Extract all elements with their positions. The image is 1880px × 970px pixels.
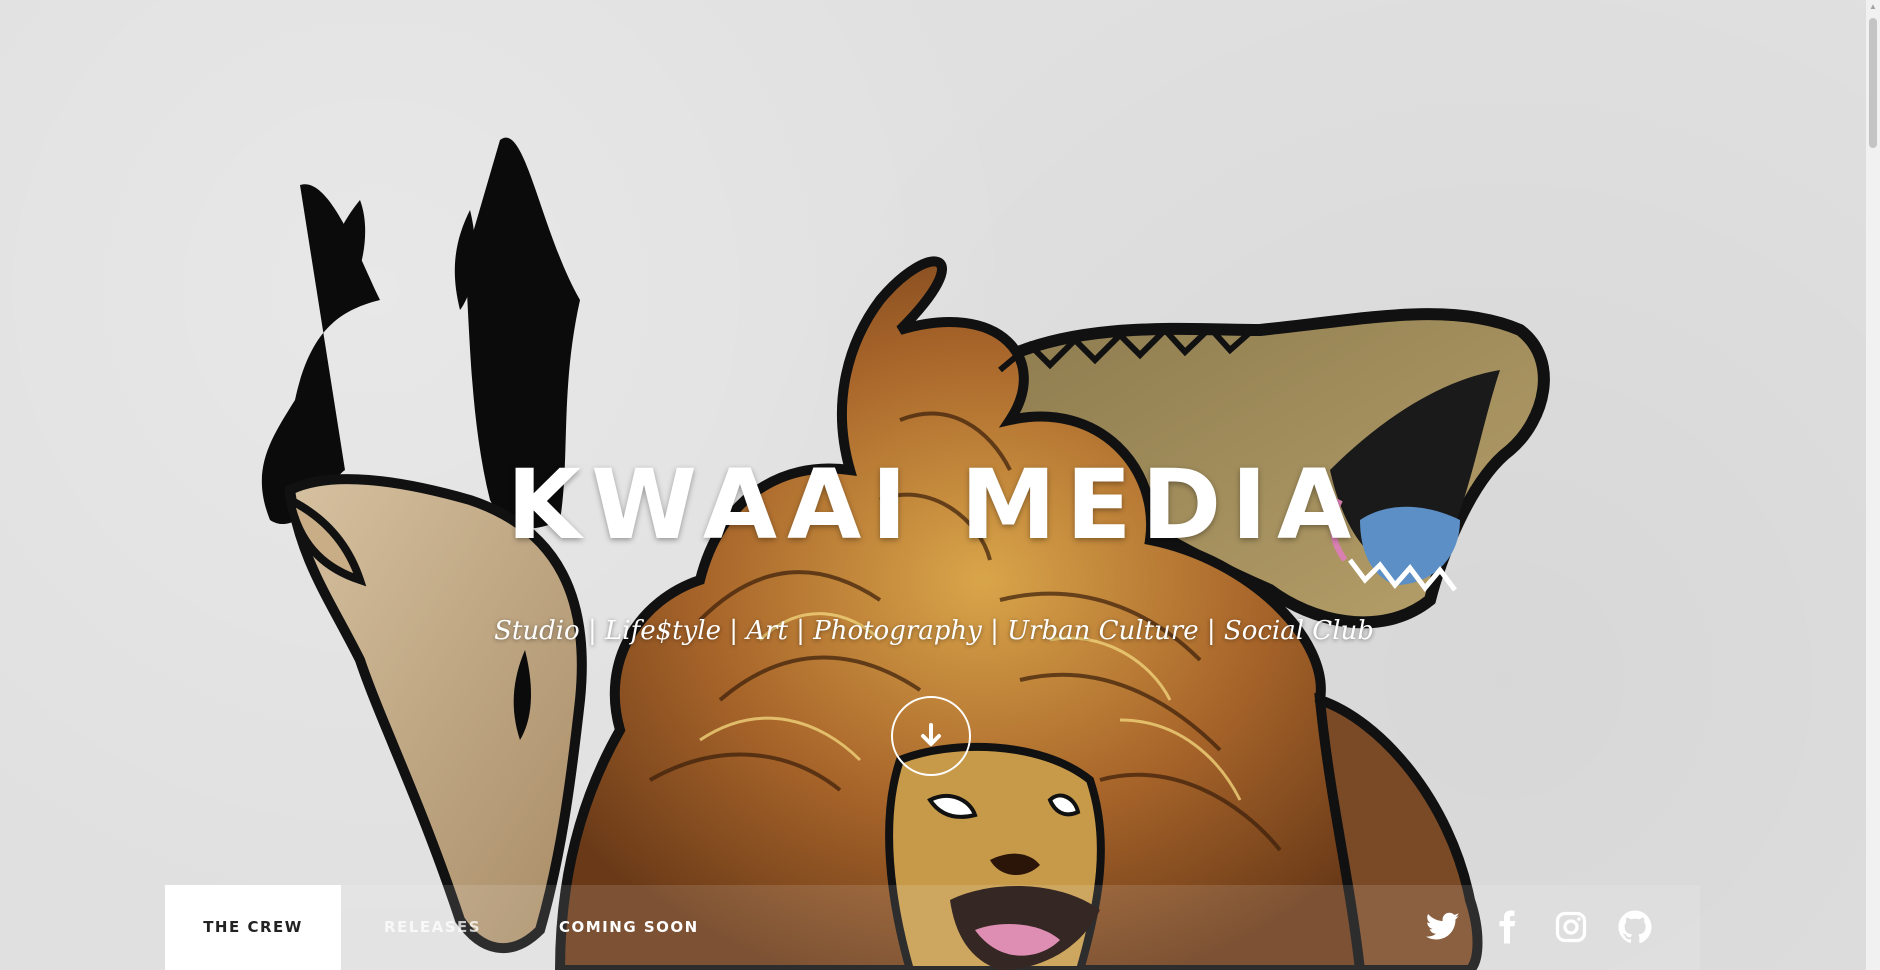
nav-item-releases[interactable]: Releases (384, 885, 481, 970)
page-scrollbar[interactable]: ▲ (1866, 0, 1880, 970)
twitter-link[interactable] (1425, 909, 1461, 945)
bottom-navigation: The Crew Releases Coming Soon (165, 885, 1700, 970)
instagram-icon (1555, 911, 1587, 943)
twitter-icon (1425, 912, 1460, 940)
nav-item-coming-soon[interactable]: Coming Soon (559, 885, 699, 970)
facebook-link[interactable] (1489, 909, 1525, 945)
page: KWAAI MEDIA Studio | Life$tyle | Art | P… (0, 0, 1880, 970)
github-icon (1618, 910, 1652, 944)
site-title: KWAAI MEDIA (506, 449, 1362, 561)
site-tagline: Studio | Life$tyle | Art | Photography |… (494, 616, 1374, 646)
instagram-link[interactable] (1553, 909, 1589, 945)
facebook-icon (1499, 910, 1516, 944)
nav-item-the-crew[interactable]: The Crew (165, 885, 341, 970)
arrow-down-icon (921, 723, 941, 746)
github-link[interactable] (1617, 909, 1653, 945)
scrollbar-thumb[interactable] (1869, 18, 1877, 148)
scroll-up-arrow-icon[interactable]: ▲ (1866, 0, 1880, 14)
hero: KWAAI MEDIA Studio | Life$tyle | Art | P… (0, 440, 1868, 646)
scroll-down-button[interactable] (891, 696, 971, 776)
